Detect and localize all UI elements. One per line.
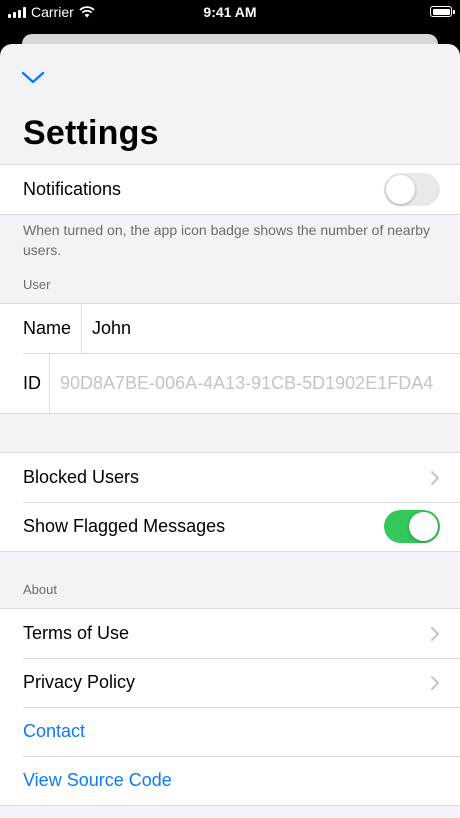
name-label: Name: [23, 318, 72, 338]
chevron-right-icon: [431, 676, 439, 690]
chevron-right-icon: [431, 471, 439, 485]
notifications-label: Notifications: [23, 179, 122, 199]
notifications-row: Notifications: [0, 165, 460, 214]
id-value: 90D8A7BE-006A-4A13-91CB-5D1902E1FDA4: [60, 373, 434, 393]
contact-row[interactable]: Contact: [0, 707, 460, 756]
moderation-group: Blocked Users Show Flagged Messages: [0, 452, 460, 552]
notifications-toggle[interactable]: [384, 173, 440, 206]
page-title: Settings: [23, 114, 159, 152]
privacy-row[interactable]: Privacy Policy: [0, 658, 460, 707]
contact-link[interactable]: Contact: [23, 721, 85, 742]
toggle-knob: [386, 175, 415, 204]
about-section-header: About: [23, 582, 57, 597]
id-row: ID 90D8A7BE-006A-4A13-91CB-5D1902E1FDA4: [0, 353, 460, 413]
user-group: Name John ID 90D8A7BE-006A-4A13-91CB-5D1…: [0, 303, 460, 414]
notifications-group: Notifications: [0, 164, 460, 215]
battery-icon: [430, 6, 455, 17]
status-time: 9:41 AM: [203, 4, 257, 20]
chevron-right-icon: [431, 627, 439, 641]
terms-row[interactable]: Terms of Use: [0, 609, 460, 658]
blocked-users-label: Blocked Users: [23, 467, 140, 487]
show-flagged-label: Show Flagged Messages: [23, 516, 226, 536]
id-label: ID: [23, 372, 41, 393]
name-field[interactable]: John: [92, 318, 131, 339]
source-code-link[interactable]: View Source Code: [23, 770, 172, 791]
name-row[interactable]: Name John: [0, 304, 460, 353]
show-flagged-row: Show Flagged Messages: [0, 502, 460, 551]
privacy-label: Privacy Policy: [23, 672, 136, 692]
source-code-row[interactable]: View Source Code: [0, 756, 460, 805]
field-divider: [81, 304, 82, 353]
notifications-footer: When turned on, the app icon badge shows…: [23, 222, 431, 258]
chevron-down-icon[interactable]: [20, 68, 46, 86]
settings-sheet: Settings Notifications When turned on, t…: [0, 44, 460, 818]
toggle-knob: [409, 512, 438, 541]
about-group: Terms of Use Privacy Policy Contact View…: [0, 608, 460, 806]
show-flagged-toggle[interactable]: [384, 510, 440, 543]
blocked-users-row[interactable]: Blocked Users: [0, 453, 460, 502]
status-bar: Carrier 9:41 AM: [0, 0, 460, 24]
field-divider: [49, 353, 50, 413]
terms-label: Terms of Use: [23, 623, 130, 643]
user-section-header: User: [23, 277, 51, 292]
